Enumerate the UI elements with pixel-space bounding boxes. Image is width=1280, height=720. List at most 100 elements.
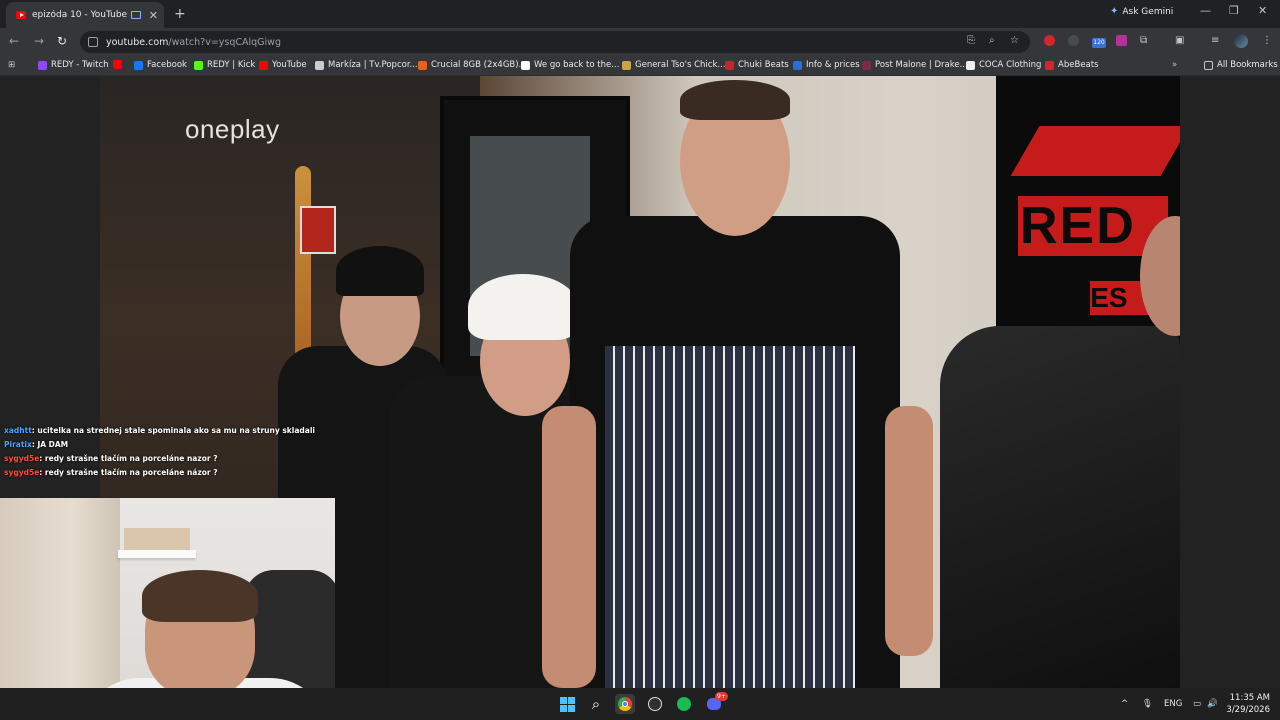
chat-text: : redy strašne tlačím na porceláne nazor… — [39, 454, 218, 463]
bookmark-label: Markíza | Tv.Popcor... — [328, 60, 418, 70]
search-icon[interactable]: ⌕ — [586, 694, 606, 714]
discord-taskbar-button[interactable]: 9+ — [704, 692, 728, 714]
chat-username: Piratix — [4, 440, 32, 449]
extension-icon-2[interactable] — [1068, 35, 1079, 46]
clock-time: 11:35 AM — [1229, 693, 1270, 703]
chrome-taskbar-button[interactable] — [615, 694, 635, 714]
side-panel-icon[interactable]: ▣ — [1175, 35, 1184, 46]
exit-sign — [300, 206, 336, 254]
obs-icon — [648, 697, 662, 711]
chat-username: sygyd5e — [4, 454, 40, 463]
window-close-icon[interactable]: ✕ — [1258, 4, 1267, 17]
bookmark-label: Facebook — [147, 60, 187, 70]
folder-icon — [1204, 60, 1213, 70]
video-letterbox-right — [1180, 76, 1280, 688]
chat-text: : ucitelka na strednej stale spominala a… — [31, 426, 315, 435]
language-indicator[interactable]: ENG — [1164, 699, 1182, 709]
bookmark-item[interactable]: Info & prices — [793, 60, 860, 70]
chat-username: sygyd5e — [4, 468, 40, 477]
start-button[interactable] — [557, 694, 577, 714]
menu-kebab-icon[interactable]: ⋮ — [1262, 35, 1272, 46]
tab-strip: epizóda 10 - YouTube ✕ + — [0, 0, 1280, 28]
bookmark-label: REDY | Kick — [207, 60, 256, 70]
bookmark-item[interactable]: Post Malone | Drake... — [862, 60, 968, 70]
extension-icon-3[interactable] — [1116, 35, 1127, 46]
bookmark-label: Info & prices — [806, 60, 860, 70]
bookmark-item[interactable]: REDY | Kick — [194, 60, 255, 70]
poster-text-bottom: RES — [1070, 282, 1128, 313]
extensions-puzzle-icon[interactable]: ⧉ — [1140, 35, 1147, 46]
person-leather-jacket — [940, 326, 1180, 688]
apps-grid-icon[interactable]: ⊞ — [8, 60, 15, 70]
restore-icon[interactable]: ❐ — [1229, 4, 1239, 17]
bookmark-item[interactable]: Chuki Beats — [725, 60, 789, 70]
bookmark-favicon-icon — [862, 60, 871, 70]
bookmark-favicon-icon — [194, 60, 203, 70]
gemini-icon: ✦ — [1110, 6, 1119, 17]
bookmark-item[interactable]: General Tso's Chick... — [622, 60, 725, 70]
profile-avatar[interactable] — [1234, 34, 1248, 48]
bookmark-label: YouTube — [272, 60, 307, 70]
bookmark-item[interactable]: Crucial 8GB (2x4GB)... — [418, 60, 527, 70]
extension-badge[interactable]: 120 — [1092, 38, 1106, 48]
streamer-hair — [142, 570, 258, 622]
new-tab-button[interactable]: + — [174, 6, 186, 22]
chat-message: sygyd5e: redy strašne tlačím na porcelán… — [4, 452, 304, 466]
bookmark-item[interactable]: Facebook — [134, 60, 187, 70]
bookmark-favicon-icon — [38, 60, 47, 70]
close-tab-icon[interactable]: ✕ — [149, 9, 158, 22]
forward-icon[interactable]: → — [34, 34, 44, 48]
install-app-icon[interactable]: ⎘ — [967, 35, 975, 46]
spotify-taskbar-button[interactable] — [674, 694, 694, 714]
bookmark-favicon-icon — [521, 60, 530, 70]
back-icon[interactable]: ← — [9, 34, 19, 48]
bookmark-item[interactable]: YouTube — [259, 60, 307, 70]
microphone-icon[interactable]: 🎙 — [1142, 699, 1153, 709]
bookmark-favicon-icon — [418, 60, 427, 70]
bookmark-item[interactable]: REDY - Twitch — [38, 60, 109, 70]
address-bar[interactable]: youtube.com/watch?v=ysqCAlqGiwg — [80, 31, 1030, 53]
bookmark-favicon-icon — [725, 60, 734, 70]
chat-username: xadhtt — [4, 426, 32, 435]
ask-gemini-label: Ask Gemini — [1122, 6, 1174, 17]
chat-text: : redy strašne tlačím na porceláne názor… — [39, 468, 218, 477]
chat-message: sygyd5e: redy strašne tlačím na porcelán… — [4, 466, 304, 480]
minimize-icon[interactable]: — — [1200, 4, 1211, 17]
chat-message: xadhtt: ucitelka na strednej stale spomi… — [4, 424, 315, 438]
zoom-icon[interactable]: ⌕ — [989, 35, 995, 46]
obs-taskbar-button[interactable] — [645, 694, 665, 714]
bookmark-favicon-icon — [1045, 60, 1054, 70]
bookmark-favicon-icon — [134, 60, 143, 70]
webcam-overlay — [0, 498, 335, 720]
bookmark-star-icon[interactable]: ☆ — [1010, 35, 1019, 46]
box-on-shelf — [124, 528, 190, 552]
bookmark-item[interactable]: We go back to the... — [521, 60, 619, 70]
site-info-icon[interactable] — [88, 37, 98, 47]
volume-icon[interactable]: 🔊 — [1207, 699, 1218, 709]
discord-notification-badge: 9+ — [715, 692, 728, 701]
bookmark-item[interactable]: AbeBeats — [1045, 60, 1098, 70]
all-bookmarks-button[interactable]: All Bookmarks — [1204, 60, 1278, 70]
bookmark-favicon-icon — [113, 60, 122, 69]
reload-icon[interactable]: ↻ — [57, 34, 67, 48]
bookmark-favicon-icon — [622, 60, 631, 70]
media-controls-icon[interactable]: ≡ — [1211, 35, 1219, 46]
bookmark-item[interactable]: COCA Clothing — [966, 60, 1041, 70]
tray-overflow-icon[interactable]: ^ — [1121, 699, 1128, 709]
bookmark-label: REDY - Twitch — [51, 60, 109, 70]
youtube-icon — [16, 11, 26, 19]
ask-gemini-button[interactable]: ✦ Ask Gemini — [1110, 6, 1173, 17]
display-icon[interactable]: ▭ — [1193, 699, 1201, 709]
bookmark-item[interactable] — [113, 60, 126, 69]
bookmarks-overflow-icon[interactable]: » — [1172, 60, 1177, 70]
clock-date: 3/29/2026 — [1226, 705, 1270, 715]
browser-tab[interactable]: epizóda 10 - YouTube ✕ — [6, 2, 164, 28]
system-clock[interactable]: 11:35 AM 3/29/2026 — [1222, 692, 1270, 716]
bookmark-favicon-icon — [259, 60, 268, 70]
bookmark-label: Chuki Beats — [738, 60, 789, 70]
bookmark-label: COCA Clothing — [979, 60, 1042, 70]
bookmark-item[interactable]: Markíza | Tv.Popcor... — [315, 60, 418, 70]
bookmark-label: We go back to the... — [534, 60, 620, 70]
media-playing-icon[interactable] — [130, 11, 141, 19]
extension-icon-1[interactable] — [1044, 35, 1055, 46]
